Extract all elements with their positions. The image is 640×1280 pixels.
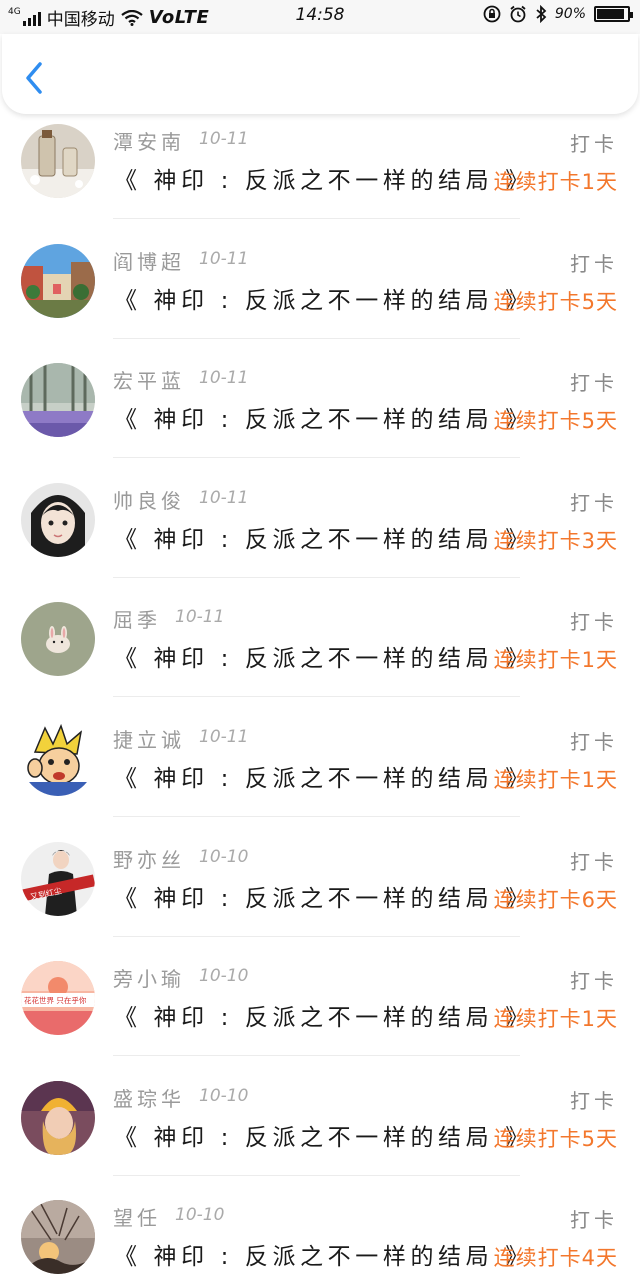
checkin-label: 打卡	[570, 490, 618, 515]
streak-badge: 连续打卡4天	[493, 1246, 618, 1271]
avatar[interactable]	[21, 124, 95, 198]
user-name[interactable]: 旁小瑜	[113, 963, 185, 992]
streak-badge: 连续打卡1天	[493, 767, 618, 792]
checkin-date: 10-11	[199, 726, 249, 747]
book-title[interactable]: 《 神印 : 反派之不一样的结局 》	[114, 1118, 533, 1152]
book-title[interactable]: 《 神印 : 反派之不一样的结局 》	[114, 281, 533, 315]
avatar[interactable]	[21, 602, 95, 677]
checkin-row[interactable]: 帅良俊 10-11 打卡《 神印 : 反派之不一样的结局 》连续打卡3天	[0, 477, 640, 597]
checkin-label: 打卡	[570, 371, 618, 396]
book-title[interactable]: 《 神印 : 反派之不一样的结局 》	[114, 759, 533, 793]
avatar[interactable]	[21, 721, 95, 796]
book-title[interactable]: 《 神印 : 反派之不一样的结局 》	[114, 400, 533, 434]
user-name[interactable]: 野亦丝	[113, 844, 185, 873]
checkin-row[interactable]: 望任 10-10 打卡《 神印 : 反派之不一样的结局 》连续打卡4天	[0, 1194, 640, 1280]
book-title[interactable]: 《 神印 : 反派之不一样的结局 》	[114, 639, 533, 673]
battery-icon	[594, 6, 633, 22]
streak-badge: 连续打卡5天	[493, 409, 618, 434]
avatar[interactable]	[21, 243, 95, 318]
avatar-banner-text: 花花世界 只在乎你	[24, 995, 87, 1005]
streak-badge: 连续打卡6天	[493, 887, 618, 912]
checkin-label: 打卡	[570, 1208, 618, 1233]
checkin-row[interactable]: 宏平蓝 10-11 打卡《 神印 : 反派之不一样的结局 》连续打卡5天	[0, 357, 640, 477]
checkin-date: 10-10	[199, 966, 249, 987]
row-divider	[113, 696, 520, 698]
checkin-label: 打卡	[570, 729, 618, 754]
status-bar: 4G 中国移动 VoLTE 14:58 90%	[0, 0, 640, 34]
checkin-row[interactable]: 花花世界 只在乎你 旁小瑜 10-10 打卡《 神印 : 反派之不一样的结局 》连续…	[0, 955, 640, 1075]
user-name[interactable]: 阎博超	[113, 246, 185, 275]
checkin-row[interactable]: 屈季 10-11 打卡《 神印 : 反派之不一样的结局 》连续打卡1天	[0, 596, 640, 716]
checkin-date: 10-10	[175, 1205, 225, 1226]
row-divider	[113, 1055, 520, 1057]
streak-badge: 连续打卡1天	[493, 648, 618, 673]
streak-badge: 连续打卡3天	[493, 528, 618, 553]
checkin-row[interactable]: 盛琮华 10-10 打卡《 神印 : 反派之不一样的结局 》连续打卡5天	[0, 1075, 640, 1195]
checkin-row[interactable]: 捷立诚 10-11 打卡《 神印 : 反派之不一样的结局 》连续打卡1天	[0, 716, 640, 836]
user-name[interactable]: 望任	[113, 1202, 161, 1231]
row-divider	[113, 457, 520, 459]
checkin-label: 打卡	[570, 849, 618, 874]
bluetooth-icon	[536, 5, 547, 23]
back-button[interactable]	[20, 60, 50, 96]
avatar[interactable]: 又到红尘	[21, 841, 95, 916]
streak-badge: 连续打卡5天	[493, 289, 618, 314]
book-title[interactable]: 《 神印 : 反派之不一样的结局 》	[114, 161, 533, 195]
streak-badge: 连续打卡1天	[493, 170, 618, 194]
status-right: 90%	[483, 5, 633, 23]
battery-percent: 90%	[554, 6, 586, 22]
checkin-label: 打卡	[570, 1088, 618, 1113]
user-name[interactable]: 宏平蓝	[113, 365, 185, 394]
book-title[interactable]: 《 神印 : 反派之不一样的结局 》	[114, 520, 533, 554]
checkin-label: 打卡	[570, 610, 618, 635]
checkin-date: 10-11	[175, 607, 225, 628]
checkin-label: 打卡	[570, 251, 618, 276]
user-name[interactable]: 捷立诚	[113, 724, 185, 753]
checkin-row[interactable]: 潭安南 10-11 打卡《 神印 : 反派之不一样的结局 》连续打卡1天	[0, 118, 640, 238]
checkin-date: 10-10	[199, 846, 249, 867]
checkin-row[interactable]: 阎博超 10-11 打卡《 神印 : 反派之不一样的结局 》连续打卡5天	[0, 238, 640, 358]
user-name[interactable]: 屈季	[113, 604, 161, 633]
checkin-row[interactable]: 又到红尘 野亦丝 10-10 打卡《 神印 : 反派之不一样的结局 》连续打卡6天	[0, 836, 640, 956]
checkin-date: 10-11	[199, 368, 249, 389]
checkin-date: 10-11	[199, 487, 249, 508]
chevron-left-icon	[26, 62, 42, 94]
checkin-date: 10-11	[199, 129, 249, 149]
checkin-feed: 潭安南 10-11 打卡《 神印 : 反派之不一样的结局 》连续打卡1天 阎博超 10…	[0, 118, 640, 1280]
rotation-lock-icon	[483, 5, 501, 23]
alarm-icon	[510, 5, 526, 23]
nav-bar	[2, 34, 638, 114]
book-title[interactable]: 《 神印 : 反派之不一样的结局 》	[114, 998, 533, 1032]
battery-fill	[597, 9, 624, 19]
book-title[interactable]: 《 神印 : 反派之不一样的结局 》	[114, 1237, 533, 1271]
avatar[interactable]	[21, 1080, 95, 1155]
row-divider	[113, 1174, 520, 1176]
user-name[interactable]: 潭安南	[113, 126, 185, 155]
checkin-label: 打卡	[570, 132, 618, 156]
avatar[interactable]	[21, 363, 95, 438]
row-divider	[113, 935, 520, 937]
avatar[interactable]	[21, 482, 95, 557]
row-divider	[113, 218, 520, 219]
streak-badge: 连续打卡5天	[493, 1126, 618, 1151]
avatar[interactable]	[21, 1200, 95, 1275]
user-name[interactable]: 帅良俊	[113, 485, 185, 514]
checkin-label: 打卡	[570, 969, 618, 994]
row-divider	[113, 815, 520, 817]
avatar[interactable]: 花花世界 只在乎你	[21, 961, 95, 1036]
checkin-date: 10-11	[199, 248, 249, 269]
user-name[interactable]: 盛琮华	[113, 1083, 185, 1112]
row-divider	[113, 337, 520, 339]
book-title[interactable]: 《 神印 : 反派之不一样的结局 》	[114, 879, 533, 913]
checkin-date: 10-10	[199, 1085, 249, 1106]
row-divider	[113, 576, 520, 578]
streak-badge: 连续打卡1天	[493, 1007, 618, 1032]
